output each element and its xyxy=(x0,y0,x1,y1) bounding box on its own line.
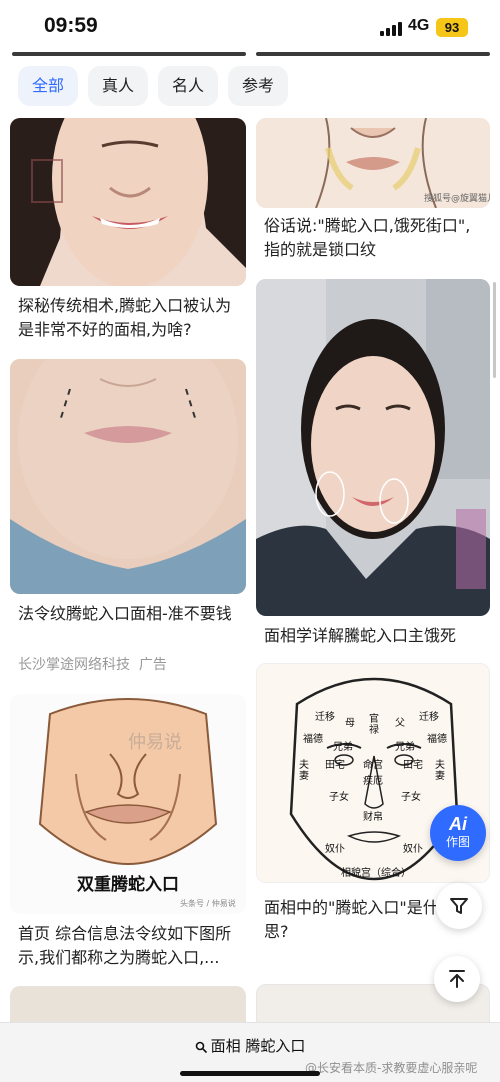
result-title[interactable]: 首页 综合信息法令纹如下图所示,我们都称之为腾蛇入口,... xyxy=(18,922,242,970)
bottom-search-bar[interactable]: 面相 腾蛇入口 @长安看本质-求教要虚心服亲呢 xyxy=(0,1022,500,1082)
result-title[interactable]: 探秘传统相术,腾蛇入口被认为是非常不好的面相,为啥? xyxy=(18,294,242,342)
chart-label: 福德 xyxy=(303,734,323,745)
filter-button[interactable] xyxy=(436,883,482,929)
result-title[interactable]: 法令纹腾蛇入口面相-准不要钱 xyxy=(18,602,242,626)
result-image-lower-face[interactable] xyxy=(10,359,246,594)
ai-draw-label: 作图 xyxy=(445,835,470,849)
filter-chip-reference[interactable]: 参考 xyxy=(228,66,288,106)
search-query-text: 面相 腾蛇入口 xyxy=(210,1037,306,1055)
chart-label: 子女 xyxy=(329,792,349,803)
chart-label: 田宅 xyxy=(325,760,345,771)
back-to-top-button[interactable] xyxy=(434,956,480,1002)
result-image-next-left[interactable] xyxy=(10,986,246,1023)
chart-label: 兄弟 xyxy=(333,742,353,753)
search-icon xyxy=(195,1041,207,1053)
ad-source: 长沙掌途网络科技 广告 xyxy=(18,657,167,673)
chart-label: 相貌宫（综合） xyxy=(341,868,411,879)
account-watermark: @长安看本质-求教要虚心服亲呢 xyxy=(305,1061,478,1075)
image-results-feed: 探秘传统相术,腾蛇入口被认为是非常不好的面相,为啥? 搜狐号@旋翼猫儿 俗话说:… xyxy=(0,118,500,1023)
image-caption: 双重腾蛇入口 xyxy=(77,875,179,895)
chart-label: 财帛 xyxy=(363,812,383,823)
signal-icon xyxy=(380,22,402,36)
back-to-top-icon xyxy=(449,970,465,988)
scrollbar[interactable] xyxy=(493,282,496,378)
chart-label: 迁移 xyxy=(315,712,335,723)
filter-tabs: 全部 真人 名人 参考 xyxy=(0,64,500,108)
chart-label: 夫妻 xyxy=(435,760,445,782)
result-image-illustrated-mouth[interactable]: 搜狐号@旋翼猫儿 xyxy=(256,118,490,208)
network-type: 4G xyxy=(408,17,430,34)
result-title[interactable]: 面相学详解騰蛇入口主饿死 xyxy=(264,624,486,648)
result-title[interactable]: 俗话说:"腾蛇入口,饿死街口",指的就是锁口纹 xyxy=(264,214,486,262)
status-bar: 09:59 4G 93 xyxy=(0,0,500,56)
chart-label: 父 xyxy=(395,718,405,729)
chart-label: 母 xyxy=(345,718,355,729)
result-image-woman-photo[interactable] xyxy=(256,279,490,616)
chart-label: 疾厄 xyxy=(363,776,383,787)
filter-chip-celebrities[interactable]: 名人 xyxy=(158,66,218,106)
chart-label: 子女 xyxy=(401,792,421,803)
battery-level: 93 xyxy=(436,18,468,37)
chart-label: 田宅 xyxy=(403,760,423,771)
status-time: 09:59 xyxy=(44,14,98,37)
chart-label: 迁移 xyxy=(419,712,439,723)
scrolled-image-edge-left xyxy=(12,52,246,56)
filter-funnel-icon xyxy=(450,898,468,914)
scrolled-image-edge-right xyxy=(256,52,490,56)
filter-chip-all[interactable]: 全部 xyxy=(18,66,78,106)
filter-chip-real-people[interactable]: 真人 xyxy=(88,66,148,106)
chart-label: 兄弟 xyxy=(395,742,415,753)
result-image-smiling-woman[interactable] xyxy=(10,118,246,286)
image-watermark: 仲易说 xyxy=(128,732,182,753)
chart-label: 奴仆 xyxy=(325,844,345,855)
result-image-double-teng-she[interactable]: 仲易说 双重腾蛇入口 头条号 / 仲易说 xyxy=(10,694,246,914)
chart-label: 命宫 xyxy=(363,760,383,771)
ai-logo-icon: Ai xyxy=(449,814,467,834)
search-query[interactable]: 面相 腾蛇入口 xyxy=(0,1035,500,1056)
chart-label: 奴仆 xyxy=(403,844,423,855)
chart-label: 夫妻 xyxy=(299,760,309,782)
image-source: 头条号 / 仲易说 xyxy=(180,899,236,908)
chart-label: 官禄 xyxy=(369,714,379,736)
ai-draw-button[interactable]: Ai 作图 xyxy=(430,805,486,861)
home-indicator[interactable] xyxy=(180,1071,320,1076)
image-watermark: 搜狐号@旋翼猫儿 xyxy=(424,194,490,204)
chart-label: 福德 xyxy=(427,734,447,745)
